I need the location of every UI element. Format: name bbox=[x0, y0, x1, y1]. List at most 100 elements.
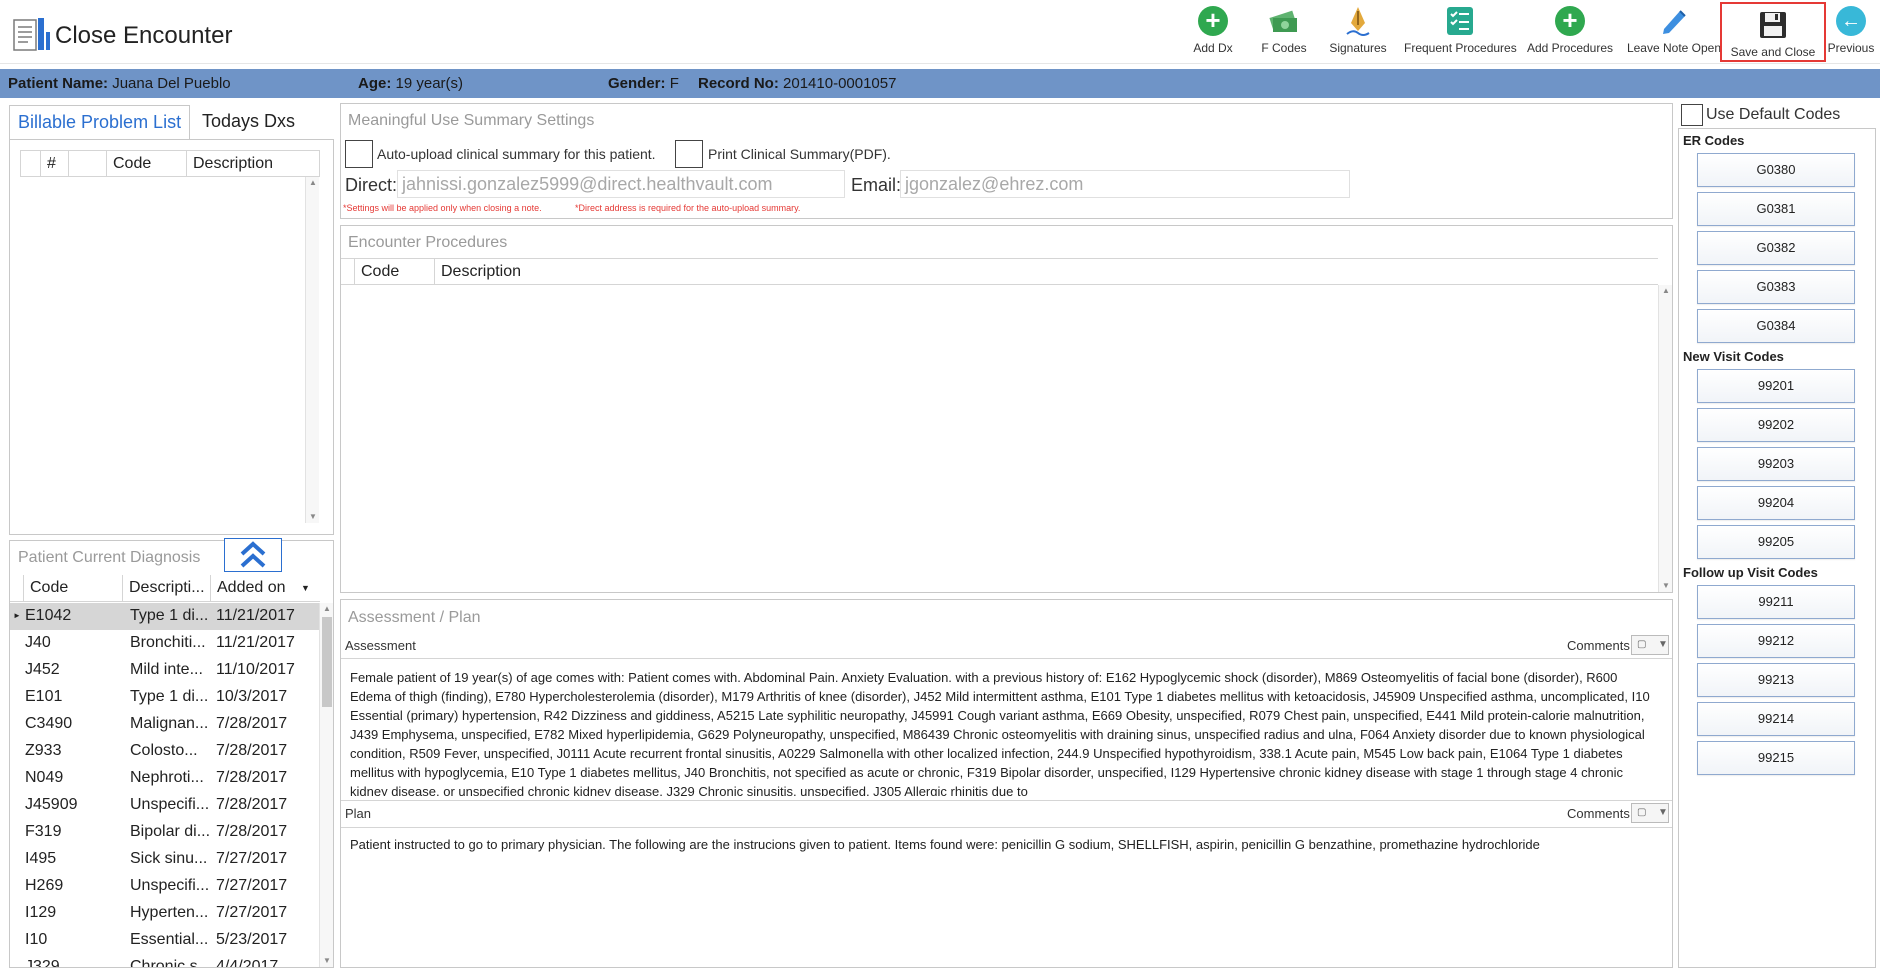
scroll-up-icon[interactable]: ▲ bbox=[306, 177, 320, 189]
cell-added-on: 7/27/2017 bbox=[216, 850, 288, 867]
page-title: Close Encounter bbox=[55, 22, 233, 49]
table-row[interactable]: C3490 Malignan... 7/28/2017 bbox=[10, 711, 320, 738]
table-row[interactable]: J40 Bronchiti... 11/21/2017 bbox=[10, 630, 320, 657]
diagnosis-scrollbar[interactable]: ▲ ▼ bbox=[319, 603, 333, 967]
patient-name: Patient Name: Juana Del Pueblo bbox=[8, 75, 231, 92]
procedures-scrollbar[interactable]: ▲ ▼ bbox=[1658, 285, 1672, 592]
record-number: Record No: 201410-0001057 bbox=[698, 75, 897, 92]
problem-list-scrollbar[interactable]: ▲ ▼ bbox=[305, 177, 319, 523]
scroll-down-icon[interactable]: ▼ bbox=[306, 511, 320, 523]
code-button-99212[interactable]: 99212 bbox=[1697, 624, 1855, 658]
code-button-99202[interactable]: 99202 bbox=[1697, 408, 1855, 442]
print-summary-checkbox[interactable] bbox=[675, 140, 703, 168]
patient-info-bar: Patient Name: Juana Del Pueblo Age: 19 y… bbox=[0, 69, 1880, 98]
code-button-99213[interactable]: 99213 bbox=[1697, 663, 1855, 697]
plan-comments-dropdown[interactable]: ▢ ▼ bbox=[1631, 803, 1669, 823]
tab-billable-problem-list[interactable]: Billable Problem List bbox=[9, 105, 191, 141]
code-button-g0380[interactable]: G0380 bbox=[1697, 153, 1855, 187]
code-button-99215[interactable]: 99215 bbox=[1697, 741, 1855, 775]
column-description[interactable]: Description bbox=[187, 151, 321, 176]
assessment-comments-dropdown[interactable]: ▢ ▼ bbox=[1631, 635, 1669, 655]
add-circle-icon: + bbox=[1196, 4, 1230, 38]
code-button-99205[interactable]: 99205 bbox=[1697, 525, 1855, 559]
code-button-99214[interactable]: 99214 bbox=[1697, 702, 1855, 736]
patient-age: Age: 19 year(s) bbox=[358, 75, 464, 92]
code-button-99204[interactable]: 99204 bbox=[1697, 486, 1855, 520]
cell-added-on: 7/28/2017 bbox=[216, 742, 288, 759]
f-codes-button[interactable]: F Codes bbox=[1258, 0, 1310, 60]
cell-added-on: 11/10/2017 bbox=[216, 661, 295, 678]
scroll-down-icon[interactable]: ▼ bbox=[1659, 580, 1673, 592]
cell-code: C3490 bbox=[25, 715, 73, 732]
add-circle-icon: + bbox=[1553, 4, 1587, 38]
cell-added-on: 10/3/2017 bbox=[216, 688, 288, 705]
cell-code: F319 bbox=[25, 823, 62, 840]
column-description[interactable]: Descripti... bbox=[123, 575, 211, 601]
column-code[interactable]: Code bbox=[107, 151, 187, 176]
floppy-disk-icon bbox=[1756, 8, 1790, 42]
current-diagnosis-panel: Patient Current Diagnosis Code Descripti… bbox=[9, 540, 334, 968]
code-button-99201[interactable]: 99201 bbox=[1697, 369, 1855, 403]
table-row[interactable]: I495 Sick sinu... 7/27/2017 bbox=[10, 846, 320, 873]
table-row[interactable]: N049 Nephroti... 7/28/2017 bbox=[10, 765, 320, 792]
code-button-g0381[interactable]: G0381 bbox=[1697, 192, 1855, 226]
cell-added-on: 7/28/2017 bbox=[216, 769, 288, 786]
code-button-g0382[interactable]: G0382 bbox=[1697, 231, 1855, 265]
sort-down-icon: ▼ bbox=[301, 583, 310, 593]
table-row[interactable]: ► E1042 Type 1 di... 11/21/2017 bbox=[10, 603, 320, 630]
table-row[interactable]: J45909 Unspecifi... 7/28/2017 bbox=[10, 792, 320, 819]
previous-button[interactable]: ← Previous bbox=[1826, 0, 1876, 60]
table-row[interactable]: F319 Bipolar di... 7/28/2017 bbox=[10, 819, 320, 846]
assessment-text[interactable]: Female patient of 19 year(s) of age come… bbox=[350, 668, 1662, 796]
column-code[interactable]: Code bbox=[355, 259, 435, 284]
cell-code: I129 bbox=[25, 904, 57, 921]
table-row[interactable]: E101 Type 1 di... 10/3/2017 bbox=[10, 684, 320, 711]
column-code[interactable]: Code bbox=[24, 575, 123, 601]
auto-upload-checkbox[interactable] bbox=[345, 140, 373, 168]
cell-description: Mild inte... bbox=[130, 661, 203, 678]
code-button-g0383[interactable]: G0383 bbox=[1697, 270, 1855, 304]
text-format-icon: ▢ bbox=[1637, 807, 1647, 818]
plan-text[interactable]: Patient instructed to go to primary phys… bbox=[350, 835, 1662, 895]
save-and-close-button[interactable]: Save and Close bbox=[1720, 2, 1826, 62]
table-row[interactable]: H269 Unspecifi... 7/27/2017 bbox=[10, 873, 320, 900]
cell-code: N049 bbox=[25, 769, 64, 786]
use-default-codes-checkbox[interactable] bbox=[1681, 104, 1703, 126]
table-row[interactable]: J329 Chronic s... 4/4/2017 bbox=[10, 954, 320, 967]
column-added-on[interactable]: Added on ▼ bbox=[211, 575, 319, 601]
tab-todays-dxs[interactable]: Todays Dxs bbox=[194, 105, 303, 141]
scroll-thumb[interactable] bbox=[322, 617, 332, 707]
scroll-down-icon[interactable]: ▼ bbox=[320, 955, 334, 967]
cell-added-on: 11/21/2017 bbox=[216, 634, 295, 651]
table-row[interactable]: I10 Essential... 5/23/2017 bbox=[10, 927, 320, 954]
scroll-up-icon[interactable]: ▲ bbox=[320, 603, 334, 615]
scroll-up-icon[interactable]: ▲ bbox=[1659, 285, 1673, 297]
procedures-header: Code Description bbox=[341, 258, 1658, 285]
column-number[interactable]: # bbox=[41, 151, 69, 176]
auto-upload-label: Auto-upload clinical summary for this pa… bbox=[377, 146, 656, 162]
table-row[interactable]: I129 Hyperten... 7/27/2017 bbox=[10, 900, 320, 927]
collapse-button[interactable] bbox=[224, 538, 282, 572]
cell-added-on: 7/28/2017 bbox=[216, 823, 288, 840]
meaningful-use-panel: Meaningful Use Summary Settings Auto-upl… bbox=[340, 103, 1673, 219]
code-button-g0384[interactable]: G0384 bbox=[1697, 309, 1855, 343]
email-field[interactable]: jgonzalez@ehrez.com bbox=[900, 170, 1350, 198]
direct-address-field[interactable]: jahnissi.gonzalez5999@direct.healthvault… bbox=[397, 170, 845, 198]
column-description[interactable]: Description bbox=[435, 259, 1658, 284]
code-button-99211[interactable]: 99211 bbox=[1697, 585, 1855, 619]
cell-description: Unspecifi... bbox=[130, 877, 210, 894]
table-row[interactable]: J452 Mild inte... 11/10/2017 bbox=[10, 657, 320, 684]
checklist-icon bbox=[1443, 4, 1477, 38]
signatures-button[interactable]: Signatures bbox=[1328, 0, 1388, 60]
table-row[interactable]: Z933 Colosto... 7/28/2017 bbox=[10, 738, 320, 765]
assessment-comments-label: Comments: bbox=[1567, 638, 1634, 653]
frequent-procedures-button[interactable]: Frequent Procedures bbox=[1404, 0, 1517, 60]
leave-note-open-button[interactable]: Leave Note Open bbox=[1626, 0, 1722, 60]
follow-up-codes-title: Follow up Visit Codes bbox=[1683, 565, 1818, 580]
add-dx-button[interactable]: + Add Dx bbox=[1188, 0, 1238, 60]
add-procedures-button[interactable]: + Add Procedures bbox=[1526, 0, 1614, 60]
direct-address-note: *Direct address is required for the auto… bbox=[575, 203, 801, 213]
pen-nib-icon bbox=[1341, 4, 1375, 38]
code-button-99203[interactable]: 99203 bbox=[1697, 447, 1855, 481]
chevron-down-icon: ▼ bbox=[1658, 639, 1668, 650]
